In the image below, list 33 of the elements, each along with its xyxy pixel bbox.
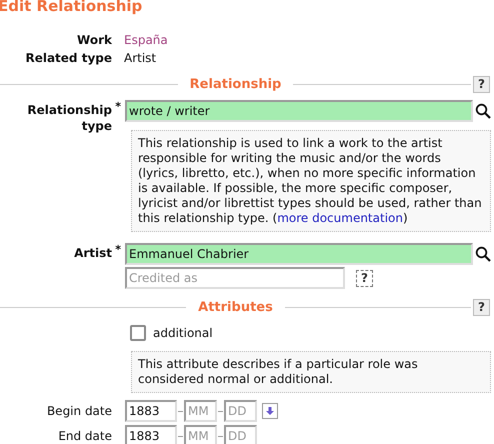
year-field[interactable]: 1883 bbox=[125, 400, 177, 422]
info-value: Artist bbox=[124, 51, 158, 66]
help-button[interactable]: ? bbox=[473, 298, 490, 316]
month-field[interactable]: MM bbox=[184, 425, 217, 444]
checkbox-label: additional bbox=[153, 326, 213, 340]
documentation-link[interactable]: more documentation bbox=[277, 211, 403, 225]
search-icon[interactable] bbox=[475, 103, 491, 119]
down-arrow-icon bbox=[265, 406, 275, 416]
field-label: Relationship type bbox=[27, 103, 112, 133]
date-label: End date bbox=[58, 429, 112, 443]
description-text: This relationship is used to link a work to the artist responsible for writing the music and/or the words (lyrics, libretto, etc.), when no more specific information is available. If possible, the more specific composer, lyricist and/or librettist types should be used, rather than this relationship type. (more documentation) bbox=[131, 130, 491, 232]
help-button[interactable]: ? bbox=[356, 270, 373, 286]
date-label: Begin date bbox=[46, 404, 112, 418]
field-label: Artist bbox=[74, 246, 112, 260]
work-link[interactable]: España bbox=[124, 33, 494, 48]
checkbox[interactable] bbox=[130, 325, 146, 341]
copy-date-button[interactable] bbox=[262, 403, 278, 419]
year-field[interactable]: 1883 bbox=[125, 425, 177, 444]
section-heading: Relationship bbox=[190, 76, 282, 92]
day-field[interactable]: DD bbox=[224, 400, 257, 422]
description-text: This attribute describes if a particular role was considered normal or additional. bbox=[131, 351, 491, 393]
help-button[interactable]: ? bbox=[473, 76, 490, 92]
required-mark: * bbox=[115, 99, 121, 115]
required-mark: * bbox=[115, 242, 121, 258]
relationship-type-field[interactable]: wrote / writer bbox=[125, 100, 473, 122]
section-heading: Attributes bbox=[198, 300, 273, 314]
search-icon[interactable] bbox=[475, 246, 491, 262]
month-field[interactable]: MM bbox=[184, 400, 217, 422]
artist-field[interactable]: Emmanuel Chabrier bbox=[125, 243, 473, 265]
day-field[interactable]: DD bbox=[224, 425, 257, 444]
info-label: Work bbox=[76, 33, 112, 48]
info-label: Related type bbox=[24, 51, 112, 66]
credited-as-field[interactable]: Credited as bbox=[125, 267, 345, 289]
